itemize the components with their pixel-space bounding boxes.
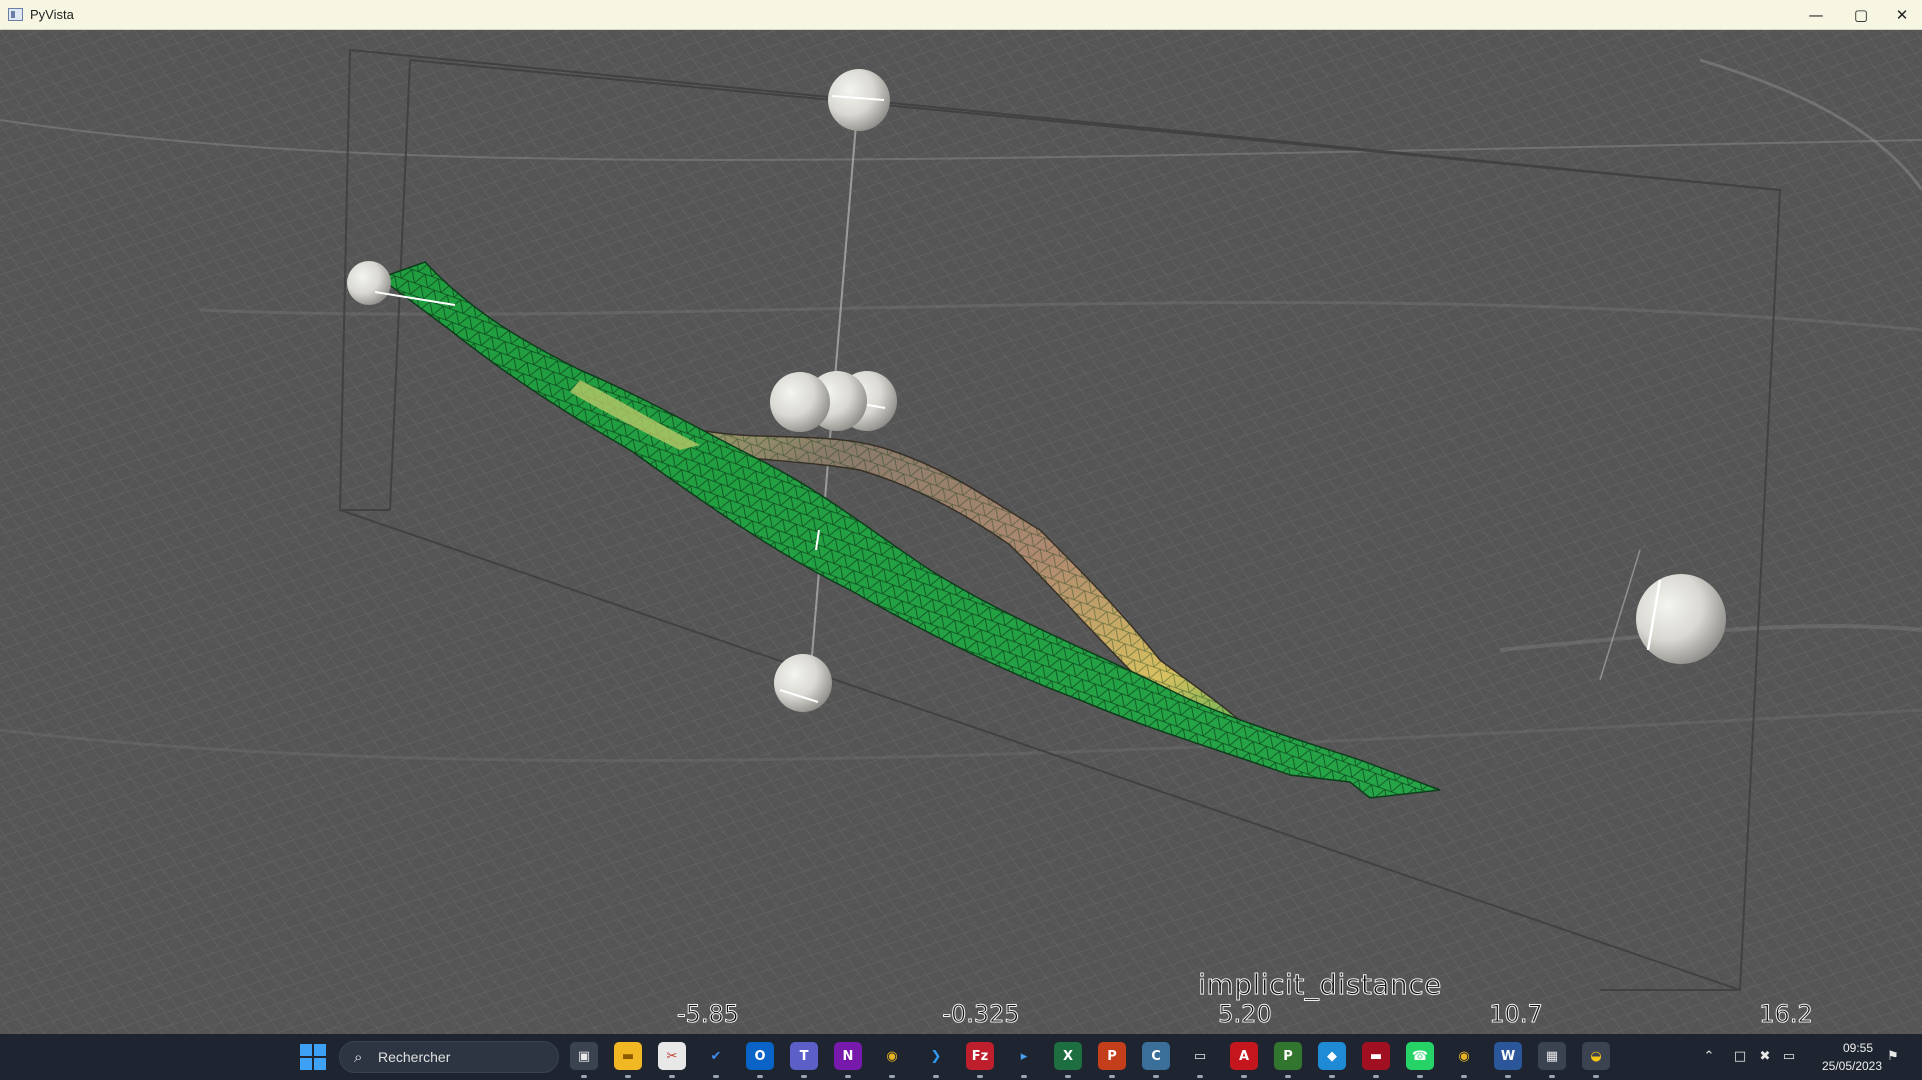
task-view-icon[interactable]: ▣ (570, 1042, 598, 1070)
close-button[interactable]: ✕ (1882, 0, 1922, 30)
vscode-icon[interactable]: ❯ (922, 1042, 950, 1070)
search-placeholder: Rechercher (378, 1049, 451, 1065)
python-icon[interactable]: ◒ (1582, 1042, 1610, 1070)
teams-icon[interactable]: T (790, 1042, 818, 1070)
terminal-icon[interactable]: ▸ (1010, 1042, 1038, 1070)
scalar-bar-title: implicit_distance (1198, 968, 1442, 1002)
title-bar: PyVista — ▢ ✕ (0, 0, 1922, 30)
terrain-wireframe-fine (0, 30, 1922, 1034)
network-icon[interactable]: □ (1731, 1047, 1749, 1065)
running-indicator (1505, 1075, 1511, 1078)
chrome-icon[interactable]: ◉ (878, 1042, 906, 1070)
sphere-marker (828, 69, 890, 131)
snipping-tool-icon[interactable]: ✂ (658, 1042, 686, 1070)
maximize-button[interactable]: ▢ (1838, 0, 1884, 30)
powerpoint-icon[interactable]: P (1098, 1042, 1126, 1070)
tray-chevron-icon[interactable]: ⌃ (1700, 1047, 1718, 1065)
acrobat-icon[interactable]: A (1230, 1042, 1258, 1070)
running-indicator (1373, 1075, 1379, 1078)
excel-icon[interactable]: X (1054, 1042, 1082, 1070)
word-icon[interactable]: W (1494, 1042, 1522, 1070)
volume-muted-icon[interactable]: ✖ (1756, 1047, 1774, 1065)
scalar-bar-tick: -5.85 (676, 1000, 740, 1029)
window-title: PyVista (30, 7, 74, 22)
chrome-profile-icon[interactable]: ◉ (1450, 1042, 1478, 1070)
taskbar-search-box[interactable]: ⌕ Rechercher (339, 1041, 559, 1073)
running-indicator (1197, 1075, 1203, 1078)
running-indicator (1021, 1075, 1027, 1078)
windows-taskbar: ⌕ Rechercher ▣ ▬ ✂ ✔ O T N ◉ ❯ Fz ▸ X P C ▭ A P ◆ ▬ ☎ ◉ W ▦ ◒ ⌃… (0, 1034, 1922, 1080)
running-indicator (1593, 1075, 1599, 1078)
sphere-marker (774, 654, 832, 712)
render-viewport[interactable]: implicit_distance -5.85 -0.325 5.20 10.7… (0, 30, 1922, 1034)
running-indicator (1285, 1075, 1291, 1078)
minimize-button[interactable]: — (1793, 0, 1839, 30)
running-indicator (1065, 1075, 1071, 1078)
running-indicator (713, 1075, 719, 1078)
sphere-marker (1636, 574, 1726, 664)
running-indicator (933, 1075, 939, 1078)
calculator-icon[interactable]: ▦ (1538, 1042, 1566, 1070)
running-indicator (1153, 1075, 1159, 1078)
running-indicator (977, 1075, 983, 1078)
clock-date[interactable]: 25/05/2023 (1812, 1059, 1892, 1073)
scalar-bar-tick: 16.2 (1759, 1000, 1813, 1029)
scene-canvas[interactable] (0, 30, 1922, 1034)
scalar-bar-tick: -0.325 (942, 1000, 1020, 1029)
todo-icon[interactable]: ✔ (702, 1042, 730, 1070)
filezilla-icon[interactable]: Fz (966, 1042, 994, 1070)
notification-icon[interactable]: ⚑ (1884, 1047, 1902, 1065)
cloudcompare-icon[interactable]: C (1142, 1042, 1170, 1070)
whatsapp-icon[interactable]: ☎ (1406, 1042, 1434, 1070)
running-indicator (1109, 1075, 1115, 1078)
onenote-icon[interactable]: N (834, 1042, 862, 1070)
running-indicator (669, 1075, 675, 1078)
windows-start-icon[interactable] (300, 1044, 326, 1070)
running-indicator (581, 1075, 587, 1078)
running-indicator (845, 1075, 851, 1078)
project-icon[interactable]: P (1274, 1042, 1302, 1070)
search-icon: ⌕ (354, 1048, 363, 1066)
pyvista-app-icon (8, 8, 23, 21)
clock-time[interactable]: 09:55 (1830, 1041, 1886, 1055)
scalar-bar-tick: 10.7 (1489, 1000, 1543, 1029)
running-indicator (1329, 1075, 1335, 1078)
docker-icon[interactable]: ◆ (1318, 1042, 1346, 1070)
sphere-marker (770, 372, 830, 432)
running-indicator (889, 1075, 895, 1078)
outlook-icon[interactable]: O (746, 1042, 774, 1070)
running-indicator (1549, 1075, 1555, 1078)
file-explorer-icon[interactable]: ▬ (614, 1042, 642, 1070)
running-indicator (1461, 1075, 1467, 1078)
running-indicator (625, 1075, 631, 1078)
red-app-icon[interactable]: ▬ (1362, 1042, 1390, 1070)
running-indicator (1417, 1075, 1423, 1078)
battery-icon[interactable]: ▭ (1780, 1047, 1798, 1065)
scalar-bar-tick: 5.20 (1218, 1000, 1272, 1029)
remote-desktop-icon[interactable]: ▭ (1186, 1042, 1214, 1070)
running-indicator (801, 1075, 807, 1078)
running-indicator (1241, 1075, 1247, 1078)
running-indicator (757, 1075, 763, 1078)
